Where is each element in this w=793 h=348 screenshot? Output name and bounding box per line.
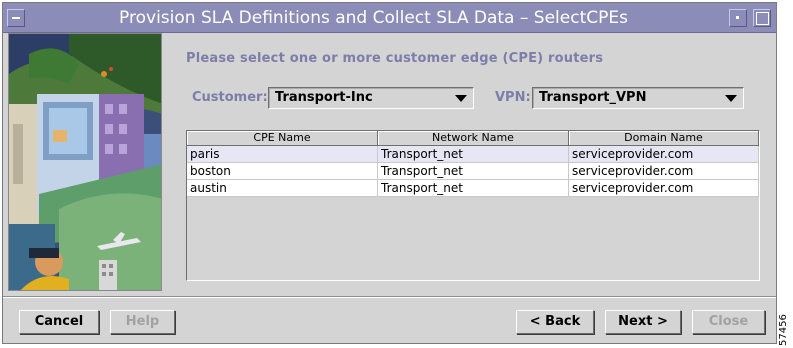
customer-dropdown[interactable]: Transport-Inc: [268, 87, 474, 109]
window-menu-icon[interactable]: [7, 9, 25, 27]
back-button[interactable]: < Back: [516, 310, 594, 334]
cell-cpe-name: paris: [187, 146, 378, 163]
cell-cpe-name: austin: [187, 180, 378, 197]
wizard-window: Provision SLA Definitions and Collect SL…: [2, 2, 777, 344]
customer-label: Customer:: [192, 90, 268, 105]
wizard-illustration: [8, 33, 162, 291]
column-header-network-name[interactable]: Network Name: [378, 131, 569, 146]
vpn-dropdown[interactable]: Transport_VPN: [532, 87, 744, 109]
table-row[interactable]: boston Transport_net serviceprovider.com: [187, 163, 759, 180]
cell-network-name: Transport_net: [378, 180, 569, 197]
minimize-icon[interactable]: [729, 9, 747, 27]
cell-network-name: Transport_net: [378, 146, 569, 163]
table-row[interactable]: austin Transport_net serviceprovider.com: [187, 180, 759, 197]
cell-network-name: Transport_net: [378, 163, 569, 180]
next-button[interactable]: Next >: [605, 310, 681, 334]
table-header: CPE Name Network Name Domain Name: [187, 131, 759, 146]
vpn-label: VPN:: [495, 90, 531, 105]
figure-number: 57456: [778, 314, 789, 346]
title-bar[interactable]: Provision SLA Definitions and Collect SL…: [3, 3, 776, 33]
table-row[interactable]: paris Transport_net serviceprovider.com: [187, 146, 759, 163]
close-button[interactable]: Close: [692, 310, 765, 334]
cancel-button[interactable]: Cancel: [19, 310, 99, 334]
column-header-domain-name[interactable]: Domain Name: [569, 131, 759, 146]
cell-domain-name: serviceprovider.com: [569, 180, 759, 197]
column-header-cpe-name[interactable]: CPE Name: [187, 131, 378, 146]
dropdown-arrow-icon[interactable]: [455, 95, 467, 102]
maximize-icon[interactable]: [753, 9, 771, 27]
cell-domain-name: serviceprovider.com: [569, 146, 759, 163]
dropdown-arrow-icon[interactable]: [725, 95, 737, 102]
customer-value: Transport-Inc: [275, 90, 373, 105]
button-bar-divider: [3, 296, 776, 298]
instruction-text: Please select one or more customer edge …: [186, 51, 604, 66]
window-title: Provision SLA Definitions and Collect SL…: [119, 8, 628, 28]
cell-cpe-name: boston: [187, 163, 378, 180]
cpe-table: CPE Name Network Name Domain Name paris …: [186, 130, 760, 281]
vpn-value: Transport_VPN: [539, 90, 647, 105]
help-button[interactable]: Help: [110, 310, 175, 334]
cell-domain-name: serviceprovider.com: [569, 163, 759, 180]
